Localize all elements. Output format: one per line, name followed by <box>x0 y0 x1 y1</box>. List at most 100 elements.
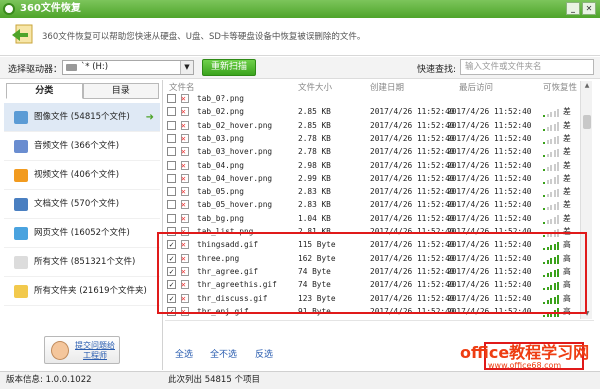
cell-modified: 2017/4/26 11:52:40 <box>447 173 532 183</box>
table-row[interactable]: tab_0?.png <box>165 92 585 105</box>
category-label: 图像文件 (54815个文件) <box>34 112 130 122</box>
cell-name: tab_0?.png <box>197 94 244 103</box>
deleted-file-icon <box>181 119 189 132</box>
rescan-button[interactable]: 重新扫描 <box>202 59 256 76</box>
cell-size: 2.99 KB <box>298 173 331 183</box>
music-icon <box>14 140 28 153</box>
table-row[interactable]: tab_04_hover.png 2.99 KB 2017/4/26 11:52:4… <box>165 172 585 185</box>
select-all-link[interactable]: 全选 <box>175 347 193 360</box>
cell-quality: 差 <box>563 213 571 223</box>
cell-created: 2017/4/26 11:52:40 <box>370 107 455 117</box>
table-row[interactable]: tab_03_hover.png 2.78 KB 2017/4/26 11:52:4… <box>165 145 585 158</box>
category-item[interactable]: 所有文件 (851321个文件) <box>4 248 160 277</box>
signal-bars-icon <box>543 188 561 198</box>
deleted-file-icon <box>181 159 189 172</box>
category-item[interactable]: 网页文件 (16052个文件) <box>4 219 160 248</box>
row-checkbox[interactable] <box>167 94 176 103</box>
table-row[interactable]: tab_05.png 2.83 KB 2017/4/26 11:52:402017/… <box>165 185 585 198</box>
cell-size: 2.78 KB <box>298 147 331 157</box>
cell-modified: 2017/4/26 11:52:40 <box>447 213 532 223</box>
tab-directory[interactable]: 目录 <box>82 83 159 99</box>
signal-bars-icon <box>543 135 561 144</box>
cell-size: 1.04 KB <box>298 213 331 223</box>
signal-bars-icon <box>543 175 561 184</box>
cell-created: 2017/4/26 11:52:40 <box>370 187 455 197</box>
cell-quality: 差 <box>563 187 571 197</box>
cell-name: tab_03_hover.png <box>197 147 273 157</box>
document-icon <box>14 198 28 211</box>
category-item[interactable]: 音频文件 (366个文件) <box>4 132 160 161</box>
cell-name: tab_bg.png <box>197 213 244 223</box>
category-item[interactable]: 图像文件 (54815个文件) ➜ <box>4 103 160 132</box>
deleted-file-icon <box>181 212 189 225</box>
cell-quality: 差 <box>563 147 571 157</box>
engineer-avatar-icon <box>51 341 69 360</box>
row-checkbox[interactable] <box>167 120 176 130</box>
help-engineer-button[interactable]: 提交问题给工程师 <box>44 336 120 364</box>
cell-modified: 2017/4/26 11:52:40 <box>447 200 532 210</box>
table-row[interactable]: tab_02_hover.png 2.85 KB 2017/4/26 11:52:4… <box>165 119 585 132</box>
title-bar: 360文件恢复 _ ✕ <box>0 0 600 18</box>
signal-bars-icon <box>543 162 561 171</box>
table-row[interactable]: tab_05_hover.png 2.83 KB 2017/4/26 11:52:4… <box>165 198 585 211</box>
cell-quality: 差 <box>563 120 571 130</box>
deleted-file-icon <box>181 185 189 198</box>
select-none-link[interactable]: 全不选 <box>210 347 237 360</box>
signal-bars-icon <box>543 122 561 131</box>
invert-selection-link[interactable]: 反选 <box>255 347 273 360</box>
scroll-up-icon[interactable]: ▲ <box>581 81 593 91</box>
drive-label: 选择驱动器： <box>8 65 63 75</box>
arrow-right-icon: ➜ <box>145 112 154 123</box>
version-info: 版本信息: 1.0.0.1022 <box>6 375 92 385</box>
row-checkbox[interactable] <box>167 147 176 157</box>
tab-category[interactable]: 分类 <box>6 83 83 99</box>
signal-bars-icon <box>543 108 561 118</box>
category-panel: 分类 目录 图像文件 (54815个文件) ➜ 音频文件 (366个文件) 视频文件 … <box>0 80 163 370</box>
category-item[interactable]: 文档文件 (570个文件) <box>4 190 160 219</box>
signal-bars-icon <box>543 148 561 158</box>
close-button[interactable]: ✕ <box>582 2 596 15</box>
row-checkbox[interactable] <box>167 160 176 170</box>
minimize-button[interactable]: _ <box>566 2 580 15</box>
category-label: 文档文件 (570个文件) <box>34 199 120 209</box>
cell-modified: 2017/4/26 11:52:40 <box>447 120 532 130</box>
row-checkbox[interactable] <box>167 213 176 223</box>
cell-name: tab_03.png <box>197 133 244 143</box>
cell-modified: 2017/4/26 11:52:40 <box>447 147 532 157</box>
row-checkbox[interactable] <box>167 200 176 210</box>
category-label: 视频文件 (406个文件) <box>34 170 120 180</box>
restore-arrow-icon <box>12 24 33 44</box>
table-row[interactable]: tab_bg.png 1.04 KB 2017/4/26 11:52:402017/… <box>165 212 585 225</box>
table-row[interactable]: tab_03.png 2.78 KB 2017/4/26 11:52:402017/… <box>165 132 585 145</box>
quick-search-input[interactable]: 输入文件或文件夹名 <box>460 59 594 75</box>
cell-modified: 2017/4/26 11:52:40 <box>447 107 532 117</box>
chevron-down-icon[interactable]: ▼ <box>180 61 193 74</box>
cell-size: 2.83 KB <box>298 200 331 210</box>
category-label: 网页文件 (16052个文件) <box>34 228 130 238</box>
table-row[interactable]: tab_02.png 2.85 KB 2017/4/26 11:52:402017/… <box>165 105 585 118</box>
drive-select[interactable]: `* (H:) ▼ <box>62 60 194 75</box>
table-row[interactable]: tab_04.png 2.98 KB 2017/4/26 11:52:402017/… <box>165 159 585 172</box>
signal-bars-icon <box>543 201 561 211</box>
category-list: 图像文件 (54815个文件) ➜ 音频文件 (366个文件) 视频文件 (406个文… <box>4 103 160 306</box>
cell-created: 2017/4/26 11:52:40 <box>370 160 455 170</box>
cell-quality: 差 <box>563 173 571 183</box>
row-checkbox[interactable] <box>167 187 176 197</box>
row-checkbox[interactable] <box>167 133 176 143</box>
cell-modified: 2017/4/26 11:52:40 <box>447 187 532 197</box>
category-item[interactable]: 所有文件夹 (21619个文件夹) <box>4 277 160 306</box>
row-checkbox[interactable] <box>167 173 176 183</box>
cell-quality: 差 <box>563 133 571 143</box>
status-bar: 版本信息: 1.0.0.1022 此次列出 54815 个项目 <box>0 371 600 389</box>
cell-created: 2017/4/26 11:52:40 <box>370 213 455 223</box>
cell-name: tab_02.png <box>197 107 244 117</box>
cell-name: tab_04_hover.png <box>197 173 273 183</box>
video-icon <box>14 169 28 182</box>
header-banner: 360文件恢复可以帮助您快速从硬盘、U盘、SD卡等硬盘设备中恢复被误删除的文件。 <box>0 18 600 56</box>
row-checkbox[interactable] <box>167 107 176 117</box>
item-count: 此次列出 54815 个项目 <box>168 375 260 385</box>
deleted-file-icon <box>181 198 189 211</box>
window-title: 360文件恢复 <box>20 3 81 14</box>
scroll-thumb[interactable] <box>583 115 591 129</box>
category-item[interactable]: 视频文件 (406个文件) <box>4 161 160 190</box>
